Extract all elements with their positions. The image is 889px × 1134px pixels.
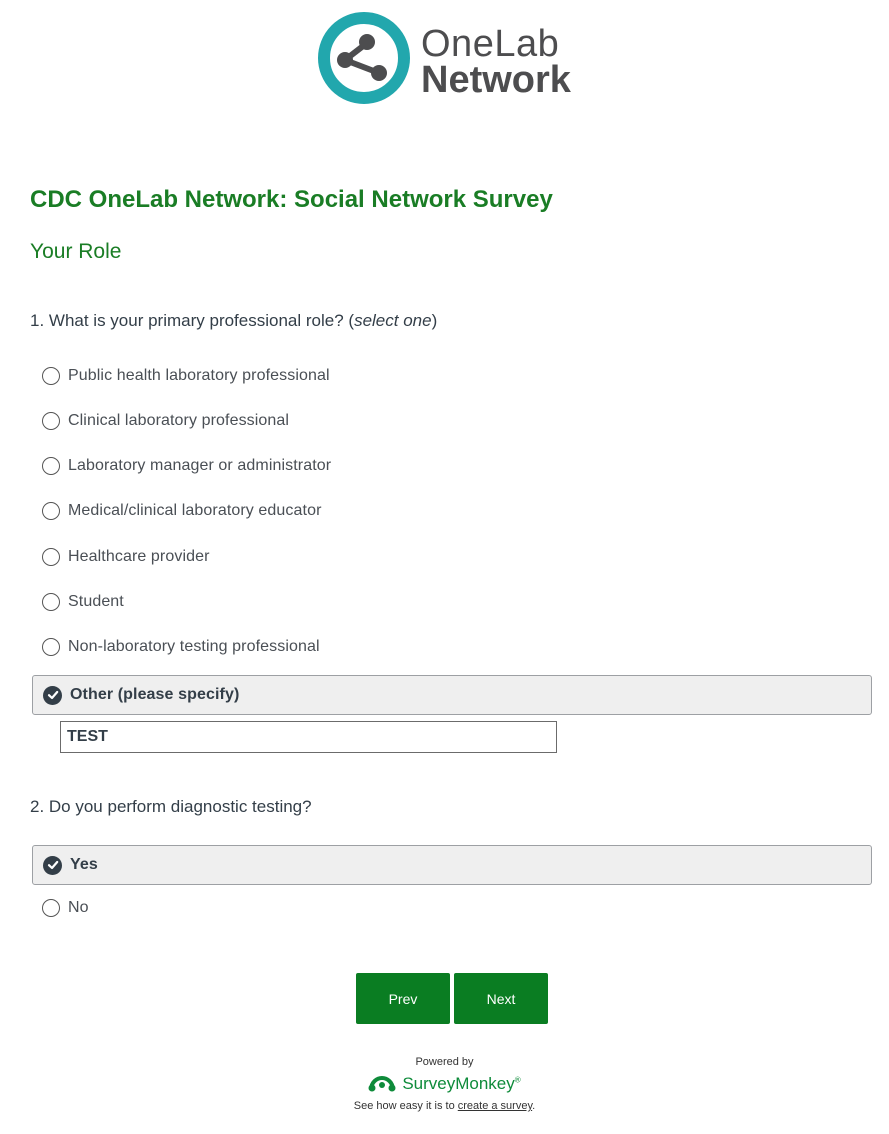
radio-checked-icon[interactable] (43, 855, 62, 875)
radio-unchecked-icon[interactable] (42, 593, 60, 611)
option-label: Student (68, 593, 124, 610)
option-label: Yes (70, 856, 98, 873)
option-label: Public health laboratory professional (68, 367, 330, 384)
trademark-symbol: ® (514, 1075, 521, 1085)
q2-option-yes[interactable]: Yes (32, 845, 872, 885)
option-label: Laboratory manager or administrator (68, 457, 332, 474)
logo-line-2: Network (421, 59, 571, 101)
option-label: Clinical laboratory professional (68, 412, 290, 429)
other-specify-input[interactable] (60, 721, 557, 753)
logo-line-1: OneLab (421, 23, 560, 65)
option-label: Other (please specify) (70, 686, 240, 703)
radio-unchecked-icon[interactable] (42, 502, 60, 520)
page-title: Your Role (30, 240, 122, 263)
powered-by-label: Powered by (415, 1056, 474, 1068)
footer: Powered by SurveyMonkey® See how easy it… (0, 1056, 889, 1112)
q1-option-educator[interactable]: Medical/clinical laboratory educator (32, 492, 872, 530)
question-2-title: 2. Do you perform diagnostic testing? (30, 797, 312, 816)
create-survey-prefix: See how easy it is to (353, 1100, 458, 1112)
question-1-title: 1. What is your primary professional rol… (30, 311, 437, 331)
q1-option-student[interactable]: Student (32, 583, 872, 621)
option-label: No (68, 899, 89, 916)
radio-unchecked-icon[interactable] (42, 412, 60, 430)
question-1-title-hint: select one (354, 311, 432, 330)
q1-option-clinical[interactable]: Clinical laboratory professional (32, 402, 872, 440)
option-label: Healthcare provider (68, 548, 210, 565)
surveymonkey-icon (368, 1076, 396, 1092)
surveymonkey-logo[interactable]: SurveyMonkey® (0, 1074, 889, 1094)
checkmark-icon (47, 860, 58, 870)
surveymonkey-wordmark: SurveyMonkey® (402, 1074, 520, 1094)
survey-title: CDC OneLab Network: Social Network Surve… (30, 186, 553, 213)
radio-unchecked-icon[interactable] (42, 548, 60, 566)
q2-option-no[interactable]: No (32, 889, 872, 927)
create-survey-line: See how easy it is to create a survey. (0, 1100, 889, 1112)
option-label: Non-laboratory testing professional (68, 638, 320, 655)
q1-option-healthcare-provider[interactable]: Healthcare provider (32, 538, 872, 576)
network-icon (318, 12, 410, 104)
surveymonkey-brand: SurveyMonkey (402, 1074, 515, 1093)
create-survey-link[interactable]: create a survey (458, 1100, 532, 1112)
q1-option-public-health[interactable]: Public health laboratory professional (32, 357, 872, 395)
q1-option-lab-manager[interactable]: Laboratory manager or administrator (32, 447, 872, 485)
radio-unchecked-icon[interactable] (42, 367, 60, 385)
checkmark-icon (47, 690, 58, 700)
q1-option-other[interactable]: Other (please specify) (32, 675, 872, 715)
onelab-logo: OneLab Network (317, 11, 607, 107)
question-1-title-suffix: ) (431, 311, 438, 330)
radio-unchecked-icon[interactable] (42, 638, 60, 656)
radio-unchecked-icon[interactable] (42, 899, 60, 917)
question-1-title-prefix: 1. What is your primary professional rol… (30, 311, 355, 330)
radio-unchecked-icon[interactable] (42, 457, 60, 475)
q1-option-non-lab-testing[interactable]: Non-laboratory testing professional (32, 628, 872, 666)
radio-checked-icon[interactable] (43, 685, 62, 705)
logo-wordmark: OneLab Network (421, 25, 571, 99)
next-button[interactable]: Next (454, 973, 548, 1024)
create-survey-suffix: . (532, 1100, 536, 1112)
option-label: Medical/clinical laboratory educator (68, 502, 322, 519)
prev-button[interactable]: Prev (356, 973, 450, 1024)
